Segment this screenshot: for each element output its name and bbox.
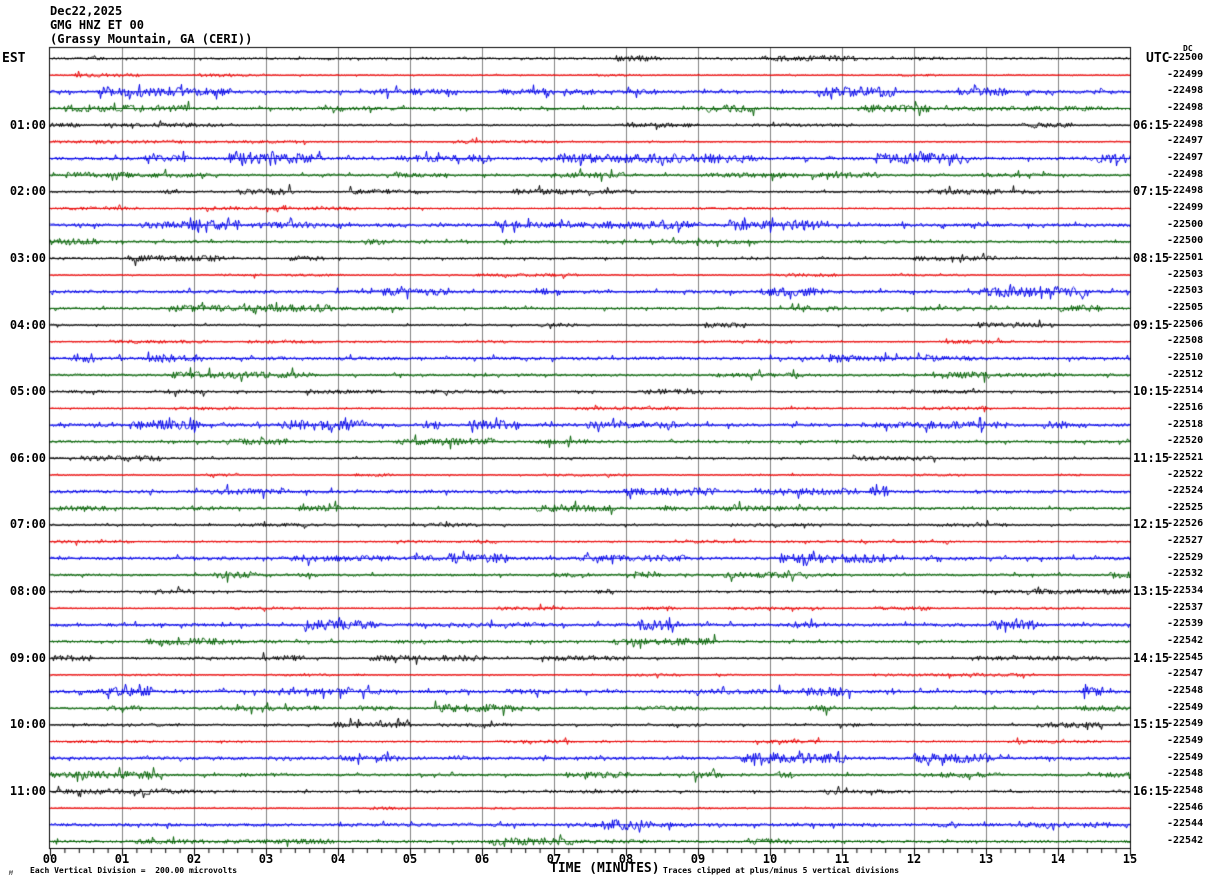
dc-value: -22549 xyxy=(1167,701,1204,713)
x-tick-label: 06 xyxy=(474,852,490,866)
dc-value: -22520 xyxy=(1167,435,1204,447)
x-tick-label: 00 xyxy=(42,852,58,866)
dc-value: -22532 xyxy=(1167,568,1204,580)
left-hour-label: 11:00 xyxy=(9,784,46,799)
x-tick-label: 14 xyxy=(1050,852,1066,866)
dc-value: -22497 xyxy=(1167,135,1204,147)
dc-value: -22548 xyxy=(1167,685,1204,697)
dc-value: -22542 xyxy=(1167,635,1204,647)
seismogram-canvas xyxy=(0,0,1210,886)
watermark-glyph: M xyxy=(9,870,13,877)
right-hour-label: 13:15 xyxy=(1133,584,1170,599)
dc-value: -22549 xyxy=(1167,751,1204,763)
x-tick-label: 05 xyxy=(402,852,418,866)
dc-value: -22501 xyxy=(1167,251,1204,263)
left-hour-label: 03:00 xyxy=(9,250,46,265)
scale-note: Each Vertical Division = 200.00 microvol… xyxy=(30,866,238,875)
clip-note: Traces clipped at plus/minus 5 vertical … xyxy=(663,866,900,875)
dc-value: -22521 xyxy=(1167,451,1204,463)
right-hour-label: 11:15 xyxy=(1133,450,1170,465)
dc-value: -22499 xyxy=(1167,201,1204,213)
x-axis-title: TIME (MINUTES) xyxy=(550,861,660,876)
right-hour-label: 15:15 xyxy=(1133,717,1170,732)
title-station: GMG HNZ ET 00 xyxy=(50,18,144,32)
dc-value: -22546 xyxy=(1167,801,1204,813)
x-tick-label: 03 xyxy=(258,852,274,866)
x-tick-label: 15 xyxy=(1122,852,1138,866)
right-hour-label: 10:15 xyxy=(1133,384,1170,399)
dc-value: -22544 xyxy=(1167,818,1204,830)
right-hour-label: 07:15 xyxy=(1133,184,1170,199)
dc-value: -22500 xyxy=(1167,218,1204,230)
dc-value: -22505 xyxy=(1167,301,1204,313)
dc-value: -22518 xyxy=(1167,418,1204,430)
dc-value: -22506 xyxy=(1167,318,1204,330)
left-hour-label: 01:00 xyxy=(9,117,46,132)
dc-value: -22524 xyxy=(1167,485,1204,497)
dc-value: -22529 xyxy=(1167,551,1204,563)
dc-value: -22498 xyxy=(1167,85,1204,97)
right-hour-label: 09:15 xyxy=(1133,317,1170,332)
right-hour-label: 12:15 xyxy=(1133,517,1170,532)
dc-value: -22537 xyxy=(1167,601,1204,613)
dc-value: -22498 xyxy=(1167,185,1204,197)
dc-value: -22499 xyxy=(1167,68,1204,80)
dc-value: -22508 xyxy=(1167,335,1204,347)
title-location: (Grassy Mountain, GA (CERI)) xyxy=(50,32,253,46)
x-tick-label: 12 xyxy=(906,852,922,866)
x-tick-label: 10 xyxy=(762,852,778,866)
left-hour-label: 04:00 xyxy=(9,317,46,332)
right-hour-label: 08:15 xyxy=(1133,250,1170,265)
dc-value: -22503 xyxy=(1167,268,1204,280)
dc-value: -22545 xyxy=(1167,651,1204,663)
left-hour-label: 05:00 xyxy=(9,384,46,399)
dc-value: -22497 xyxy=(1167,151,1204,163)
dc-value: -22514 xyxy=(1167,385,1204,397)
left-axis-label: EST xyxy=(2,51,26,66)
dc-value: -22525 xyxy=(1167,501,1204,513)
dc-value: -22498 xyxy=(1167,118,1204,130)
dc-value: -22548 xyxy=(1167,785,1204,797)
right-hour-label: 16:15 xyxy=(1133,784,1170,799)
left-hour-label: 09:00 xyxy=(9,650,46,665)
dc-value: -22547 xyxy=(1167,668,1204,680)
helicorder-page: Dec22,2025 GMG HNZ ET 00 (Grassy Mountai… xyxy=(0,0,1210,886)
x-tick-label: 02 xyxy=(186,852,202,866)
dc-value: -22498 xyxy=(1167,101,1204,113)
x-tick-label: 04 xyxy=(330,852,346,866)
dc-value: -22512 xyxy=(1167,368,1204,380)
dc-value: -22510 xyxy=(1167,351,1204,363)
dc-value: -22534 xyxy=(1167,585,1204,597)
dc-value: -22542 xyxy=(1167,835,1204,847)
left-hour-label: 08:00 xyxy=(9,584,46,599)
dc-value: -22516 xyxy=(1167,401,1204,413)
dc-value: -22500 xyxy=(1167,52,1204,63)
dc-value: -22549 xyxy=(1167,718,1204,730)
right-hour-label: 06:15 xyxy=(1133,117,1170,132)
x-tick-label: 01 xyxy=(114,852,130,866)
dc-value: -22527 xyxy=(1167,535,1204,547)
dc-value: -22548 xyxy=(1167,768,1204,780)
dc-value: -22498 xyxy=(1167,168,1204,180)
left-hour-label: 02:00 xyxy=(9,184,46,199)
dc-value: -22522 xyxy=(1167,468,1204,480)
dc-value: -22539 xyxy=(1167,618,1204,630)
left-hour-label: 10:00 xyxy=(9,717,46,732)
left-hour-label: 06:00 xyxy=(9,450,46,465)
right-hour-label: 14:15 xyxy=(1133,650,1170,665)
dc-value: -22503 xyxy=(1167,285,1204,297)
title-date: Dec22,2025 xyxy=(50,4,123,18)
dc-value: -22549 xyxy=(1167,735,1204,747)
x-tick-label: 13 xyxy=(978,852,994,866)
x-tick-label: 09 xyxy=(690,852,706,866)
dc-value: -22526 xyxy=(1167,518,1204,530)
left-hour-label: 07:00 xyxy=(9,517,46,532)
x-tick-label: 11 xyxy=(834,852,850,866)
right-axis-label: UTC xyxy=(1146,51,1170,66)
dc-value: -22500 xyxy=(1167,235,1204,247)
